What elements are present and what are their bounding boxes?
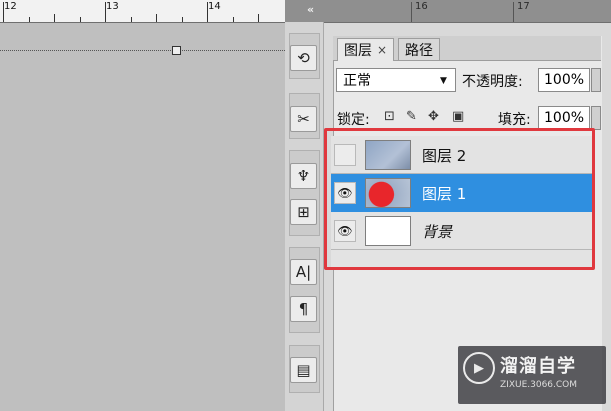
opacity-slider-toggle[interactable] — [591, 68, 601, 92]
watermark-url: ZIXUE.3066.COM — [500, 380, 578, 390]
close-tab-icon[interactable]: × — [377, 43, 387, 57]
horizontal-ruler: 12 13 14 — [0, 0, 285, 23]
tab-layers[interactable]: 图层 × — [337, 38, 395, 61]
character-icon[interactable]: A| — [290, 259, 317, 285]
tools-icon[interactable]: ✂ — [290, 106, 317, 132]
tab-layers-label: 图层 — [344, 43, 372, 59]
opacity-label: 不透明度: — [462, 74, 523, 90]
lock-transparency-icon[interactable]: ⊡ — [384, 109, 395, 124]
ruler-label-17: 17 — [517, 1, 530, 12]
notes-icon[interactable]: ▤ — [290, 357, 317, 383]
fill-slider-toggle[interactable] — [591, 106, 601, 130]
tab-paths-label: 路径 — [405, 42, 433, 59]
brushes-icon[interactable]: ♆ — [290, 163, 317, 189]
lock-image-icon[interactable]: ✎ — [406, 109, 417, 124]
watermark-title: 溜溜自学 — [500, 356, 576, 377]
collapse-panels-icon[interactable]: « — [307, 3, 314, 16]
clone-source-icon[interactable]: ⊞ — [290, 199, 317, 225]
ruler-label-14: 14 — [208, 1, 221, 12]
tab-paths[interactable]: 路径 — [398, 38, 440, 60]
chevron-down-icon[interactable]: ▼ — [440, 76, 447, 86]
lock-all-icon[interactable]: ▣ — [452, 109, 464, 124]
fill-input[interactable]: 100% — [538, 106, 590, 130]
ruler-label-13: 13 — [106, 1, 119, 12]
document-canvas[interactable] — [0, 0, 285, 411]
fill-label: 填充: — [498, 112, 531, 128]
ruler-label-12: 12 — [4, 1, 17, 12]
lock-position-icon[interactable]: ✥ — [428, 109, 439, 124]
panel-ruler-strip: 16 17 — [285, 0, 611, 23]
ruler-label-16: 16 — [415, 1, 428, 12]
paragraph-icon[interactable]: ¶ — [290, 296, 317, 322]
blend-mode-select[interactable]: 正常 — [336, 68, 456, 92]
opacity-input[interactable]: 100% — [538, 68, 590, 92]
play-logo-icon: ▶ — [463, 352, 495, 384]
annotation-highlight-box — [324, 128, 595, 270]
guide-handle[interactable] — [172, 46, 181, 55]
guide-line[interactable] — [0, 50, 285, 51]
lock-label: 锁定: — [337, 112, 370, 128]
history-icon[interactable]: ⟲ — [290, 45, 317, 71]
